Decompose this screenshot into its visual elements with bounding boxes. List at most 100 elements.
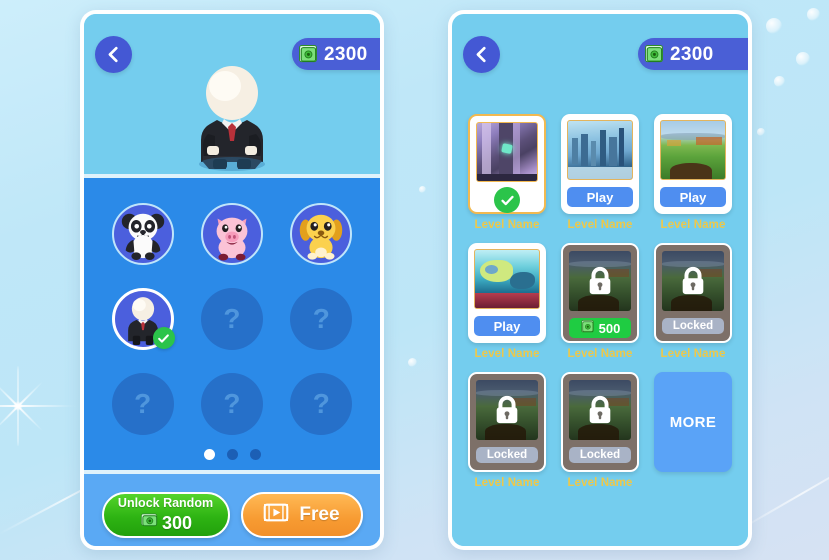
level-play-button[interactable]: Play xyxy=(474,316,540,336)
back-button[interactable] xyxy=(95,36,132,73)
character-slot-panda[interactable] xyxy=(111,203,174,265)
panda-icon xyxy=(114,205,172,263)
suit-character-avatar xyxy=(177,64,287,171)
level-card-locked[interactable]: Locked xyxy=(654,243,732,343)
level-play-button[interactable]: Play xyxy=(567,187,633,207)
cash-icon xyxy=(643,42,665,66)
level-price: 500 xyxy=(598,320,621,336)
unlock-random-title: Unlock Random xyxy=(117,496,214,510)
level-status xyxy=(476,187,538,213)
level-card-locked[interactable]: Locked xyxy=(468,372,546,472)
level-select-screen: Level Name Play Level Name Play Level Na… xyxy=(448,10,752,550)
free-reward-label: Free xyxy=(299,504,340,525)
level-item: Locked Level Name xyxy=(559,372,641,489)
lock-icon xyxy=(662,251,724,311)
character-actions-bar: Unlock Random 300 Free xyxy=(84,474,380,546)
level-thumbnail-dark-landscape xyxy=(569,380,631,440)
pig-icon xyxy=(203,205,261,263)
bokeh-circle xyxy=(766,18,782,34)
level-play-button[interactable]: Play xyxy=(660,187,726,207)
cash-icon xyxy=(139,510,159,535)
level-name: Level Name xyxy=(567,477,633,489)
pagination-dot-1[interactable] xyxy=(203,449,215,460)
level-grid-area: Level Name Play Level Name Play Level Na… xyxy=(452,76,748,546)
currency-amount: 2300 xyxy=(324,43,368,65)
character-slot-suit[interactable] xyxy=(111,288,175,350)
level-item: Locked Level Name xyxy=(466,372,548,489)
level-item: Play Level Name xyxy=(559,114,641,231)
currency-badge[interactable]: 2300 xyxy=(292,38,380,70)
level-thumbnail-underwater xyxy=(474,249,540,309)
level-card-locked[interactable]: 500 xyxy=(561,243,639,343)
currency-badge[interactable]: 2300 xyxy=(638,38,748,70)
bokeh-circle xyxy=(807,8,820,21)
level-name: Level Name xyxy=(474,477,540,489)
free-reward-button[interactable]: Free xyxy=(240,492,363,538)
locked-slot-label: ? xyxy=(312,303,330,334)
bokeh-circle xyxy=(757,128,765,136)
locked-slot-label: ? xyxy=(223,303,241,334)
chevron-left-icon xyxy=(104,45,123,64)
currency-amount: 2300 xyxy=(670,43,714,65)
level-name: Level Name xyxy=(474,219,540,231)
bokeh-circle xyxy=(419,186,426,193)
level-thumbnail-cave-crystal xyxy=(476,122,538,182)
check-icon xyxy=(494,187,520,213)
level-item: Locked Level Name xyxy=(652,243,734,360)
cash-icon xyxy=(580,318,595,338)
level-thumbnail-dark-landscape xyxy=(569,251,631,311)
level-item: Level Name xyxy=(466,114,548,231)
locked-slot-label: ? xyxy=(134,388,152,419)
more-levels-label: MORE xyxy=(669,413,717,431)
level-name: Level Name xyxy=(567,219,633,231)
more-item: MORE xyxy=(652,372,734,489)
level-locked-button[interactable]: Locked xyxy=(662,318,724,334)
back-button[interactable] xyxy=(463,36,500,73)
bokeh-circle xyxy=(408,358,417,367)
level-card-open[interactable]: Play xyxy=(654,114,732,214)
character-select-screen: ? ? ? ? ? Unlock Random 300 Free 2300 xyxy=(80,10,384,550)
character-slot-locked[interactable]: ? xyxy=(200,373,263,435)
level-item: 500 Level Name xyxy=(559,243,641,360)
level-card-completed[interactable] xyxy=(468,114,546,214)
level-locked-button[interactable]: Locked xyxy=(476,447,538,463)
level-card-open[interactable]: Play xyxy=(561,114,639,214)
pagination-dot-3[interactable] xyxy=(249,449,261,460)
unlock-random-button[interactable]: Unlock Random 300 xyxy=(101,492,230,538)
character-slot-locked[interactable]: ? xyxy=(111,373,174,435)
video-ad-icon xyxy=(263,501,289,529)
locked-slot-label: ? xyxy=(223,388,241,419)
level-item: Play Level Name xyxy=(652,114,734,231)
character-slot-dog[interactable] xyxy=(290,203,353,265)
character-screen-topbar: 2300 xyxy=(84,14,380,76)
level-card-locked[interactable]: Locked xyxy=(561,372,639,472)
character-slot-locked[interactable]: ? xyxy=(290,373,353,435)
level-name: Level Name xyxy=(660,219,726,231)
unlock-random-price: 300 xyxy=(161,512,193,533)
level-name: Level Name xyxy=(660,348,726,360)
dog-icon xyxy=(292,205,350,263)
level-name: Level Name xyxy=(474,348,540,360)
bokeh-circle xyxy=(796,52,810,66)
level-buy-button[interactable]: 500 xyxy=(569,318,631,338)
level-screen-topbar: 2300 xyxy=(452,14,748,76)
pagination-dots xyxy=(84,449,380,460)
level-thumbnail-winter-city xyxy=(567,120,633,180)
level-thumbnail-green-field xyxy=(660,120,726,180)
level-locked-button[interactable]: Locked xyxy=(569,447,631,463)
more-levels-button[interactable]: MORE xyxy=(654,372,732,472)
character-slot-locked[interactable]: ? xyxy=(290,288,353,350)
lock-icon xyxy=(569,251,631,311)
selected-check-icon xyxy=(152,327,175,349)
level-card-open[interactable]: Play xyxy=(468,243,546,343)
locked-slot-label: ? xyxy=(312,388,330,419)
character-slot-pig[interactable] xyxy=(200,203,263,265)
lock-icon xyxy=(476,380,538,440)
pagination-dot-2[interactable] xyxy=(226,449,238,460)
character-slot-locked[interactable]: ? xyxy=(200,288,263,350)
character-grid: ? ? ? ? ? xyxy=(84,178,380,470)
level-thumbnail-dark-landscape xyxy=(662,251,724,311)
level-thumbnail-dark-landscape xyxy=(476,380,538,440)
chevron-left-icon xyxy=(472,45,491,64)
level-grid: Level Name Play Level Name Play Level Na… xyxy=(466,114,734,489)
